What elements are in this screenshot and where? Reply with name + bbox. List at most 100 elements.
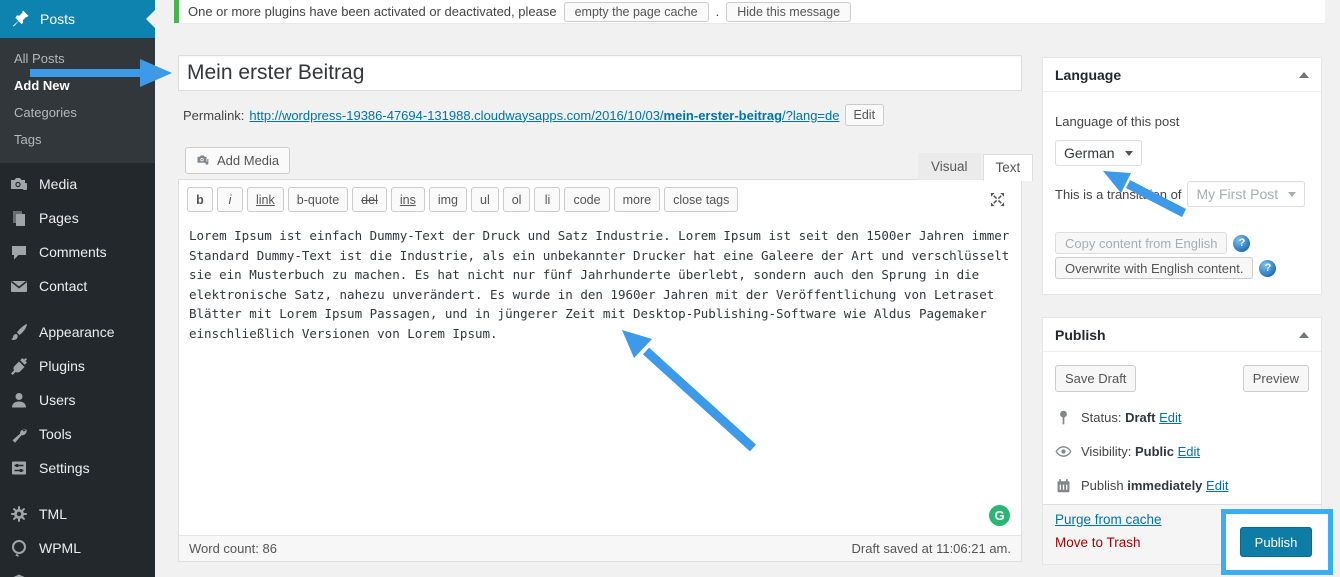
qt-italic-button[interactable]: i (217, 187, 243, 212)
calendar-icon (1055, 477, 1072, 494)
sidebar-item-comments[interactable]: Comments (0, 235, 155, 269)
add-media-button[interactable]: Add Media (185, 147, 290, 174)
sidebar-item-users[interactable]: Users (0, 383, 155, 417)
translation-of-value: My First Post (1196, 186, 1278, 202)
qt-ul-button[interactable]: ul (471, 187, 499, 212)
help-icon[interactable]: ? (1233, 235, 1250, 252)
permalink-label: Permalink: (183, 108, 244, 123)
menu-label: Plugins (39, 358, 85, 374)
collapse-toggle-icon[interactable] (1299, 332, 1309, 338)
copy-content-button[interactable]: Copy content from English (1055, 232, 1227, 254)
hide-message-button[interactable]: Hide this message (726, 2, 851, 22)
editor-mode-tabs: Visual Text (918, 153, 1033, 180)
paintbrush-icon (9, 322, 29, 342)
eye-icon (1055, 443, 1072, 460)
qt-img-button[interactable]: img (429, 187, 467, 212)
permalink-url-suffix: /?lang=de (782, 108, 839, 123)
sidebar-item-add-new[interactable]: Add New (0, 72, 155, 99)
sidebar-item-settings[interactable]: Settings (0, 451, 155, 485)
sidebar-item-categories[interactable]: Categories (0, 99, 155, 126)
qt-close-tags-button[interactable]: close tags (664, 187, 738, 212)
grammarly-icon[interactable]: G (989, 505, 1010, 526)
publish-button[interactable]: Publish (1240, 527, 1312, 557)
user-icon (9, 390, 29, 410)
status-value: Draft (1125, 410, 1155, 425)
language-panel-header[interactable]: Language (1043, 58, 1321, 92)
notice-text: One or more plugins have been activated … (188, 4, 557, 19)
status-text: Status: Draft Edit (1081, 410, 1181, 425)
empty-page-cache-button[interactable]: empty the page cache (564, 2, 709, 22)
schedule-text: Publish immediately Edit (1081, 478, 1228, 493)
sidebar-item-all-posts[interactable]: All Posts (0, 45, 155, 72)
menu-label: Settings (39, 460, 90, 476)
menu-label: Contact (39, 278, 87, 294)
sidebar-item-media[interactable]: Media (0, 167, 155, 201)
collapse-toggle-icon[interactable] (1299, 72, 1309, 78)
menu-label: Comments (39, 244, 107, 260)
draft-saved-status: Draft saved at 11:06:21 am. (852, 541, 1011, 556)
language-panel: Language Language of this post German Th… (1042, 57, 1322, 295)
sidebar-item-tml[interactable]: TML (0, 497, 155, 531)
qt-code-button[interactable]: code (564, 187, 609, 212)
comments-icon (9, 242, 29, 262)
tab-visual[interactable]: Visual (918, 153, 981, 180)
post-title-input[interactable] (178, 55, 1022, 91)
sidebar-item-posts[interactable]: Posts (0, 0, 155, 38)
visibility-label: Visibility: (1081, 444, 1131, 459)
qt-ol-button[interactable]: ol (503, 187, 531, 212)
qt-more-button[interactable]: more (614, 187, 660, 212)
language-of-post-label: Language of this post (1055, 114, 1309, 129)
save-draft-button[interactable]: Save Draft (1055, 365, 1136, 392)
schedule-value: immediately (1127, 478, 1202, 493)
sidebar-item-performance[interactable]: Performance (0, 565, 155, 577)
tab-text[interactable]: Text (983, 154, 1034, 181)
permalink-url-slug: mein-erster-beitrag (664, 108, 782, 123)
overwrite-content-button[interactable]: Overwrite with English content. (1055, 257, 1253, 279)
sidebar-item-contact[interactable]: Contact (0, 269, 155, 303)
sidebar-item-appearance[interactable]: Appearance (0, 315, 155, 349)
schedule-edit-link[interactable]: Edit (1206, 478, 1228, 493)
quicktags-toolbar: b i link b-quote del ins img ul ol li co… (179, 180, 1021, 217)
qt-bold-button[interactable]: b (187, 187, 213, 212)
translation-of-select[interactable]: My First Post (1187, 181, 1305, 207)
status-row: Status: Draft Edit (1055, 409, 1309, 426)
visibility-row: Visibility: Public Edit (1055, 443, 1309, 460)
posts-submenu: All Posts Add New Categories Tags (0, 38, 155, 163)
qt-blockquote-button[interactable]: b-quote (288, 187, 348, 212)
wpml-globe-icon (9, 538, 29, 558)
preview-button[interactable]: Preview (1243, 365, 1309, 392)
schedule-row: Publish immediately Edit (1055, 477, 1309, 494)
menu-label: Appearance (39, 324, 115, 340)
admin-sidebar: Posts All Posts Add New Categories Tags … (0, 0, 155, 577)
pages-icon (9, 208, 29, 228)
qt-del-button[interactable]: del (352, 187, 387, 212)
qt-ins-button[interactable]: ins (391, 187, 425, 212)
help-icon[interactable]: ? (1259, 260, 1276, 277)
status-pin-icon (1055, 409, 1072, 426)
fullscreen-expand-icon[interactable] (990, 192, 1005, 207)
permalink-url-base: http://wordpress-19386-47694-131988.clou… (249, 108, 663, 123)
language-panel-body: Language of this post German This is a t… (1043, 114, 1321, 279)
sidebar-item-wpml[interactable]: WPML (0, 531, 155, 565)
sidebar-item-pages[interactable]: Pages (0, 201, 155, 235)
sidebar-item-tags[interactable]: Tags (0, 126, 155, 153)
word-count-value: 86 (262, 541, 276, 556)
publish-panel-body: Save Draft Preview Status: Draft Edit Vi… (1043, 365, 1321, 494)
sidebar-item-tools[interactable]: Tools (0, 417, 155, 451)
qt-li-button[interactable]: li (534, 187, 560, 212)
envelope-icon (9, 276, 29, 296)
status-edit-link[interactable]: Edit (1159, 410, 1181, 425)
menu-label: Media (39, 176, 77, 192)
visibility-edit-link[interactable]: Edit (1178, 444, 1200, 459)
editor-status-bar: Word count: 86 Draft saved at 11:06:21 a… (179, 535, 1021, 561)
qt-link-button[interactable]: link (247, 187, 284, 212)
pushpin-icon (10, 9, 30, 29)
language-select[interactable]: German (1055, 140, 1142, 166)
sidebar-item-plugins[interactable]: Plugins (0, 349, 155, 383)
menu-label: TML (39, 506, 67, 522)
publish-panel-header[interactable]: Publish (1043, 318, 1321, 352)
post-content-textarea[interactable]: Lorem Ipsum ist einfach Dummy-Text der D… (179, 217, 1021, 535)
permalink-url[interactable]: http://wordpress-19386-47694-131988.clou… (249, 108, 839, 123)
menu-label: Pages (39, 210, 79, 226)
permalink-edit-button[interactable]: Edit (845, 104, 885, 126)
